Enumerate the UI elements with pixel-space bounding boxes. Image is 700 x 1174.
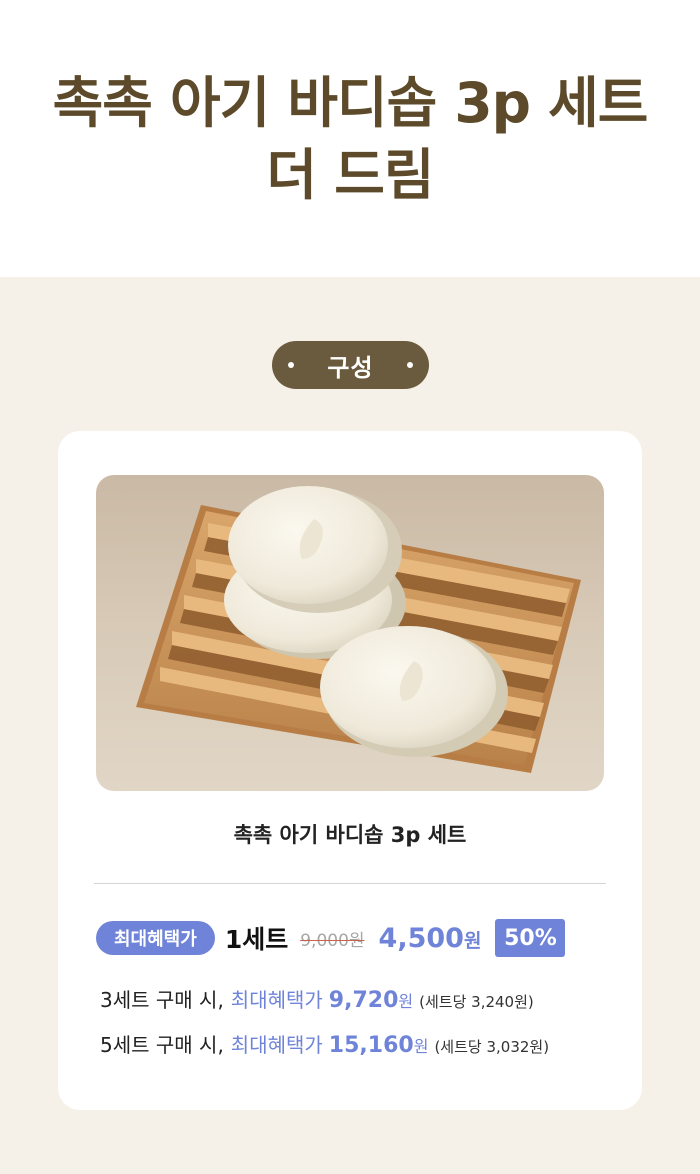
bulk-offer-amount: 9,720	[328, 988, 399, 1013]
bulk-offer-unit: 원	[413, 1037, 429, 1056]
bulk-offer-3-sets: 3세트 구매 시, 최대혜택가 9,720 원 (세트당 3,240원)	[100, 984, 620, 1013]
soap-dish-illustration	[136, 486, 581, 773]
sale-price-amount: 4,500	[378, 922, 464, 954]
bulk-offer-amount: 15,160	[328, 1033, 414, 1058]
hero-title-line-1: 촉촉 아기 바디솝 3p 세트	[52, 70, 649, 135]
bulk-offer-per-set: (세트당 3,240원)	[419, 993, 534, 1011]
bulk-offer-unit: 원	[398, 992, 414, 1011]
composition-section: 구성 촉촉 아기 바디솝 3p 세트 최대혜택가 1세트 9,000원 4,50…	[0, 277, 700, 1174]
section-pill: 구성	[272, 341, 429, 389]
hero-header: 촉촉 아기 바디솝 3p 세트 더 드림	[0, 0, 700, 277]
dot-icon	[407, 362, 413, 368]
hero-title-line-2: 더 드림	[266, 142, 435, 207]
discount-badge: 50%	[495, 919, 566, 957]
product-card: 촉촉 아기 바디솝 3p 세트 최대혜택가 1세트 9,000원 4,500원 …	[58, 431, 642, 1110]
price-row: 최대혜택가 1세트 9,000원 4,500원 50%	[96, 918, 606, 958]
dot-icon	[288, 362, 294, 368]
sale-price-unit: 원	[463, 929, 482, 952]
bulk-offer-prefix: 3세트 구매 시,	[100, 988, 224, 1012]
section-pill-label: 구성	[327, 353, 374, 382]
best-benefit-badge: 최대혜택가	[96, 921, 215, 955]
bulk-offer-5-sets: 5세트 구매 시, 최대혜택가 15,160 원 (세트당 3,032원)	[100, 1029, 620, 1058]
divider	[94, 883, 606, 884]
bulk-offer-accent: 최대혜택가	[230, 1033, 323, 1057]
bulk-offer-prefix: 5세트 구매 시,	[100, 1033, 224, 1057]
sale-price: 4,500원	[379, 923, 482, 954]
product-name: 촉촉 아기 바디솝 3p 세트	[233, 823, 467, 847]
set-quantity-label: 1세트	[224, 925, 289, 954]
bulk-offer-accent: 최대혜택가	[230, 988, 323, 1012]
bulk-offer-per-set: (세트당 3,032원)	[434, 1038, 550, 1056]
original-price: 9,000원	[300, 930, 365, 951]
product-image	[96, 475, 604, 791]
